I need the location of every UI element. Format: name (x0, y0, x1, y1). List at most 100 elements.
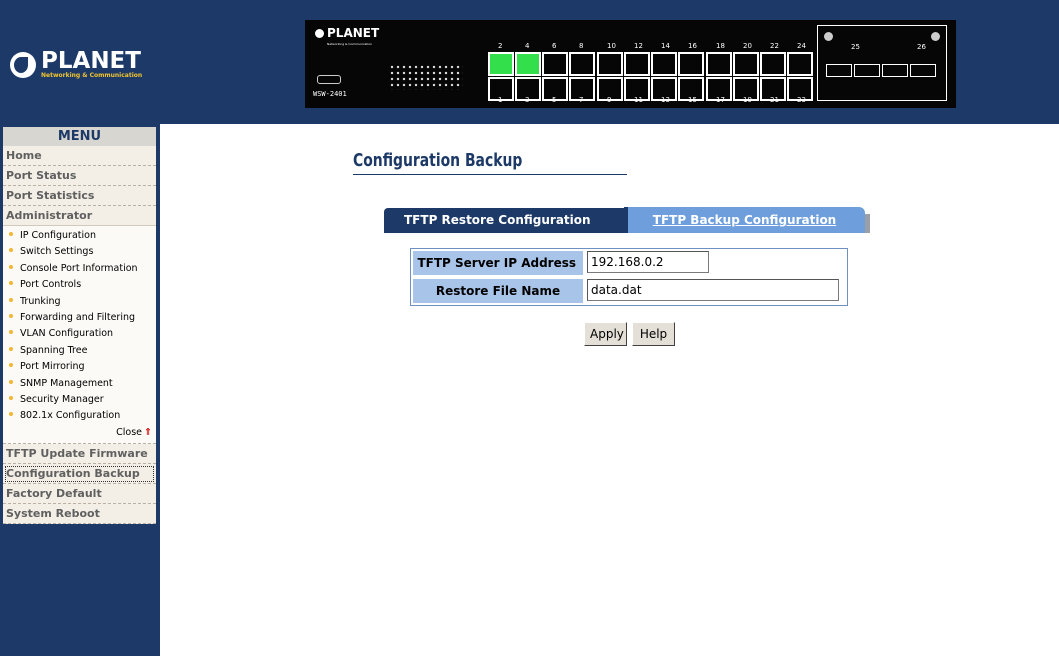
port-number-label: 12 (634, 42, 643, 50)
menu-item-factory-default[interactable]: Factory Default (3, 484, 156, 504)
submenu-label: Port Controls (20, 279, 82, 291)
submenu-label: 802.1x Configuration (20, 410, 121, 422)
submenu-switch-settings[interactable]: Switch Settings (3, 244, 156, 260)
submenu-label: Console Port Information (20, 262, 138, 274)
port-number-label: 15 (688, 96, 697, 104)
screw-icon (824, 32, 833, 41)
port-block (597, 52, 704, 102)
tab-tftp-restore[interactable]: TFTP Restore Configuration (384, 208, 624, 233)
submenu-port-mirroring[interactable]: Port Mirroring (3, 359, 156, 375)
submenu-label: Switch Settings (20, 246, 94, 258)
submenu-label: Port Mirroring (20, 361, 85, 373)
header-banner: PLANET Networking & Communication PLANET… (0, 0, 1059, 124)
port-number-label: 17 (716, 96, 725, 104)
port-6 (542, 52, 568, 76)
bullet-icon (9, 330, 13, 335)
port-number-label: 4 (525, 42, 530, 50)
menu-item-configuration-backup[interactable]: Configuration Backup (3, 464, 156, 484)
port-number-label: 8 (579, 42, 584, 50)
sfp-module: 25 26 (817, 25, 947, 101)
port-number-label: 7 (579, 96, 584, 104)
panel-brand-sub: Networking & Communication (327, 42, 373, 46)
submenu-8021x-configuration[interactable]: 802.1x Configuration (3, 408, 156, 424)
submenu-snmp-management[interactable]: SNMP Management (3, 376, 156, 392)
tab-shadow (865, 214, 870, 233)
bullet-icon (9, 248, 13, 253)
port-number-label: 20 (743, 42, 752, 50)
port-number-label: 23 (797, 96, 806, 104)
submenu-security-manager[interactable]: Security Manager (3, 392, 156, 408)
submenu-forwarding-filtering[interactable]: Forwarding and Filtering (3, 310, 156, 326)
port-24 (787, 52, 813, 76)
switch-front-panel: PLANET Networking & Communication WSW-24… (305, 20, 956, 108)
restore-form-table: TFTP Server IP Address Restore File Name (410, 248, 848, 306)
submenu-vlan-configuration[interactable]: VLAN Configuration (3, 326, 156, 342)
menu-item-tftp-update-firmware[interactable]: TFTP Update Firmware (3, 444, 156, 464)
port-16 (678, 52, 704, 76)
restore-file-name-input[interactable] (587, 279, 839, 301)
menu-item-administrator[interactable]: Administrator (3, 206, 156, 226)
sfp-slot (826, 64, 852, 77)
submenu-label: IP Configuration (20, 230, 96, 241)
port-number-label: 9 (607, 96, 612, 104)
port-22 (760, 52, 786, 76)
screw-icon (931, 32, 940, 41)
port-number-label: 3 (525, 96, 530, 104)
port-number-label: 19 (743, 96, 752, 104)
panel-brand: PLANET (315, 26, 379, 40)
port-number-label: 1 (498, 96, 503, 104)
apply-button[interactable]: Apply (584, 322, 627, 346)
submenu-console-port-information[interactable]: Console Port Information (3, 261, 156, 277)
page-title: Configuration Backup (353, 150, 523, 171)
submenu-label: Security Manager (20, 393, 104, 405)
tftp-server-ip-input[interactable] (587, 251, 709, 273)
administrator-submenu: IP Configuration Switch Settings Console… (3, 226, 156, 444)
bullet-icon (9, 232, 13, 236)
planet-logo-icon (10, 52, 36, 78)
bullet-icon (9, 395, 13, 400)
form-row-ip: TFTP Server IP Address (411, 249, 847, 277)
port-number-label: 16 (688, 42, 697, 50)
menu: MENU Home Port Status Port Statistics Ad… (3, 127, 156, 524)
bullet-icon (9, 363, 13, 368)
port-12 (624, 52, 650, 76)
port-4 (515, 52, 541, 76)
submenu-close[interactable]: Close ⇑ (3, 425, 156, 441)
bullet-icon (9, 297, 13, 302)
port-number-label: 21 (770, 96, 779, 104)
bullet-icon (9, 313, 13, 318)
restore-file-label: Restore File Name (413, 279, 583, 303)
bullet-icon (9, 346, 13, 351)
submenu-label: Trunking (20, 295, 61, 307)
menu-item-port-statistics[interactable]: Port Statistics (3, 186, 156, 206)
menu-item-home[interactable]: Home (3, 146, 156, 166)
menu-item-port-status[interactable]: Port Status (3, 166, 156, 186)
port-number-label: 18 (716, 42, 725, 50)
sfp-slot (854, 64, 880, 77)
submenu-ip-configuration[interactable]: IP Configuration (3, 228, 156, 244)
tftp-ip-label: TFTP Server IP Address (413, 251, 583, 275)
help-button[interactable]: Help (632, 322, 675, 346)
up-arrow-icon: ⇑ (144, 426, 152, 438)
port-8 (569, 52, 595, 76)
tab-tftp-backup[interactable]: TFTP Backup Configuration (624, 207, 865, 233)
form-row-file: Restore File Name (411, 277, 847, 305)
submenu-label: Forwarding and Filtering (20, 311, 136, 323)
sfp-slot (882, 64, 908, 77)
port-number-label: 14 (661, 42, 670, 50)
port-number-label: 6 (552, 42, 557, 50)
menu-item-system-reboot[interactable]: System Reboot (3, 504, 156, 524)
port-number-label: 24 (797, 42, 806, 50)
menu-title: MENU (3, 127, 156, 146)
submenu-label: SNMP Management (20, 377, 113, 389)
submenu-trunking[interactable]: Trunking (3, 294, 156, 310)
console-port-icon (317, 75, 341, 84)
port-18 (706, 52, 732, 76)
submenu-port-controls[interactable]: Port Controls (3, 277, 156, 293)
panel-model: WSW-2401 (313, 90, 347, 98)
port-20 (733, 52, 759, 76)
submenu-spanning-tree[interactable]: Spanning Tree (3, 343, 156, 359)
port-number-label: 13 (661, 96, 670, 104)
sidebar: MENU Home Port Status Port Statistics Ad… (0, 124, 160, 656)
bullet-icon (9, 281, 13, 286)
